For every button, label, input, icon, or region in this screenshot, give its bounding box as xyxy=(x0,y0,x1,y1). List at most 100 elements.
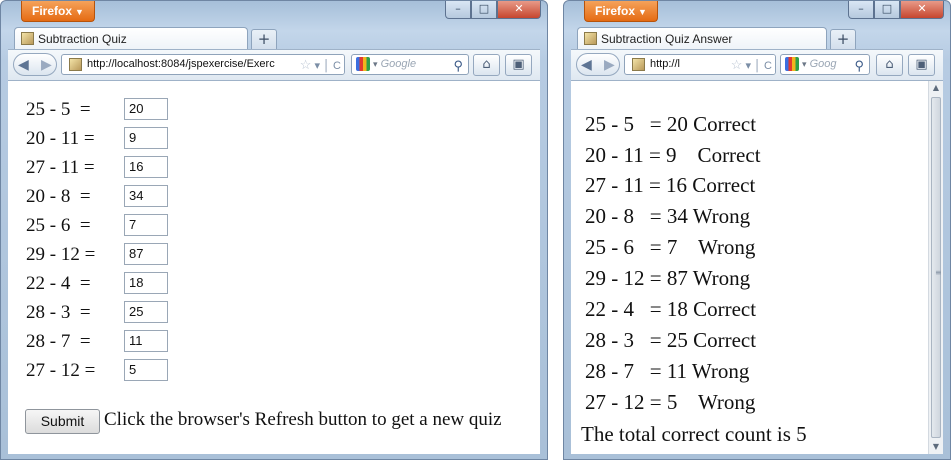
search-icon[interactable]: ⚲ xyxy=(453,56,463,74)
question-expression: 29 - 12 = xyxy=(26,244,96,265)
chevron-down-icon: ▼ xyxy=(638,7,647,17)
total-correct-count: The total correct count is 5 xyxy=(581,422,807,446)
bookmarks-menu-button[interactable]: ▣ xyxy=(908,54,935,76)
home-icon: ⌂ xyxy=(482,57,491,72)
urlbar-tools: ☆ ▾ │ C xyxy=(296,55,344,74)
question-row: 20 - 8 = 34 xyxy=(26,185,168,209)
result-row: 20 - 8 = 34 Wrong xyxy=(585,204,751,228)
answer-input[interactable]: 87 xyxy=(124,243,168,265)
scrollbar-thumb[interactable]: ≡ xyxy=(931,97,942,438)
grip-icon: ≡ xyxy=(935,267,942,277)
question-row: 20 - 11 = 9 xyxy=(26,127,168,151)
close-button[interactable]: ✕ xyxy=(900,1,944,19)
submit-button[interactable]: Submit xyxy=(25,409,100,434)
bookmarks-menu-button[interactable]: ▣ xyxy=(505,54,532,76)
result-row: 20 - 11 = 9 Correct xyxy=(585,143,761,167)
site-favicon-icon xyxy=(632,57,645,71)
vertical-scrollbar[interactable]: ▲ ≡ ▼ xyxy=(928,81,943,454)
tab-title: Subtraction Quiz Answer xyxy=(601,32,733,46)
question-row: 27 - 11 = 16 xyxy=(26,156,168,180)
back-arrow-icon[interactable]: ◀ xyxy=(18,55,29,75)
result-row: 29 - 12 = 87 Wrong xyxy=(585,266,751,290)
answer-input[interactable]: 11 xyxy=(124,330,168,352)
bookmark-star-icon[interactable]: ☆ xyxy=(731,57,743,72)
search-placeholder: Google xyxy=(380,58,417,70)
tab-subtraction-quiz-answer[interactable]: Subtraction Quiz Answer xyxy=(577,27,827,50)
result-row: 25 - 6 = 7 Wrong xyxy=(585,235,756,259)
question-expression: 22 - 4 = xyxy=(26,273,91,294)
chevron-down-icon: ▼ xyxy=(75,7,84,17)
new-tab-button[interactable]: + xyxy=(830,29,856,49)
question-expression: 20 - 8 = xyxy=(26,186,91,207)
question-row: 25 - 6 = 7 xyxy=(26,214,168,238)
maximize-button[interactable]: □ xyxy=(874,1,900,19)
scroll-up-icon[interactable]: ▲ xyxy=(929,81,943,95)
urlbar-tools: ☆ ▾ │ C xyxy=(727,55,775,74)
page-favicon-icon xyxy=(21,32,34,45)
url-dropdown-icon[interactable]: ▾ xyxy=(315,60,321,72)
maximize-button[interactable]: □ xyxy=(471,1,497,19)
refresh-hint: Click the browser's Refresh button to ge… xyxy=(104,409,502,430)
address-bar[interactable]: http://l ☆ ▾ │ C xyxy=(624,54,776,75)
page-content: 25 - 5 = 20 20 - 11 = 9 27 - 11 = 16 20 - 8… xyxy=(8,80,540,454)
question-row: 22 - 4 = 18 xyxy=(26,272,168,296)
back-arrow-icon[interactable]: ◀ xyxy=(581,55,592,75)
address-bar[interactable]: http://localhost:8084/jspexercise/Exerc … xyxy=(61,54,345,75)
question-expression: 25 - 5 = xyxy=(26,99,91,120)
question-row: 28 - 3 = 25 xyxy=(26,301,168,325)
answer-input[interactable]: 5 xyxy=(124,359,168,381)
result-row: 27 - 11 = 16 Correct xyxy=(585,173,756,197)
site-favicon-icon xyxy=(69,57,82,71)
navigation-toolbar: ◀ ▶ http://localhost:8084/jspexercise/Ex… xyxy=(8,49,540,80)
url-dropdown-icon[interactable]: ▾ xyxy=(746,60,752,72)
window-controls: – □ ✕ xyxy=(848,1,944,19)
firefox-menu-label: Firefox xyxy=(595,4,636,18)
question-row: 25 - 5 = 20 xyxy=(26,98,168,122)
bookmark-star-icon[interactable]: ☆ xyxy=(300,57,312,72)
reload-icon[interactable]: C xyxy=(764,60,772,72)
question-expression: 27 - 11 = xyxy=(26,157,95,178)
reload-icon[interactable]: C xyxy=(333,60,341,72)
answer-input[interactable]: 18 xyxy=(124,272,168,294)
tab-title: Subtraction Quiz xyxy=(38,32,127,46)
home-button[interactable]: ⌂ xyxy=(473,54,500,76)
home-button[interactable]: ⌂ xyxy=(876,54,903,76)
search-box[interactable]: ▾ Google ⚲ xyxy=(351,54,469,75)
tab-subtraction-quiz[interactable]: Subtraction Quiz xyxy=(14,27,248,50)
url-text: http://l xyxy=(650,58,680,70)
quiz-window: Firefox ▼ – □ ✕ Subtraction Quiz + ◀ ▶ ht… xyxy=(0,0,548,460)
question-expression: 28 - 3 = xyxy=(26,302,91,323)
bookmarks-icon: ▣ xyxy=(512,57,525,72)
plus-icon: + xyxy=(257,30,271,48)
bookmarks-icon: ▣ xyxy=(915,57,928,72)
search-box[interactable]: ▾ Goog ⚲ xyxy=(780,54,870,75)
answer-input[interactable]: 9 xyxy=(124,127,168,149)
forward-arrow-icon[interactable]: ▶ xyxy=(604,55,615,75)
result-row: 28 - 3 = 25 Correct xyxy=(585,328,757,352)
answer-input[interactable]: 20 xyxy=(124,98,168,120)
back-forward-buttons: ◀ ▶ xyxy=(13,53,57,76)
answer-window: Firefox ▼ – □ ✕ Subtraction Quiz Answer +… xyxy=(563,0,951,460)
question-expression: 20 - 11 = xyxy=(26,128,95,149)
firefox-menu-button[interactable]: Firefox ▼ xyxy=(584,1,658,22)
page-favicon-icon xyxy=(584,32,597,45)
minimize-button[interactable]: – xyxy=(445,1,471,19)
search-icon[interactable]: ⚲ xyxy=(854,56,864,74)
answer-input[interactable]: 16 xyxy=(124,156,168,178)
plus-icon: + xyxy=(836,30,850,48)
result-row: 27 - 12 = 5 Wrong xyxy=(585,390,756,414)
google-logo-icon xyxy=(785,57,799,71)
question-expression: 28 - 7 = xyxy=(26,331,91,352)
new-tab-button[interactable]: + xyxy=(251,29,277,49)
minimize-button[interactable]: – xyxy=(848,1,874,19)
firefox-menu-button[interactable]: Firefox ▼ xyxy=(21,1,95,22)
answer-input[interactable]: 34 xyxy=(124,185,168,207)
answer-input[interactable]: 7 xyxy=(124,214,168,236)
google-logo-icon xyxy=(356,57,370,71)
answer-input[interactable]: 25 xyxy=(124,301,168,323)
window-controls: – □ ✕ xyxy=(445,1,541,19)
close-button[interactable]: ✕ xyxy=(497,1,541,19)
scroll-down-icon[interactable]: ▼ xyxy=(929,440,943,454)
result-row: 28 - 7 = 11 Wrong xyxy=(585,359,750,383)
forward-arrow-icon[interactable]: ▶ xyxy=(41,55,52,75)
